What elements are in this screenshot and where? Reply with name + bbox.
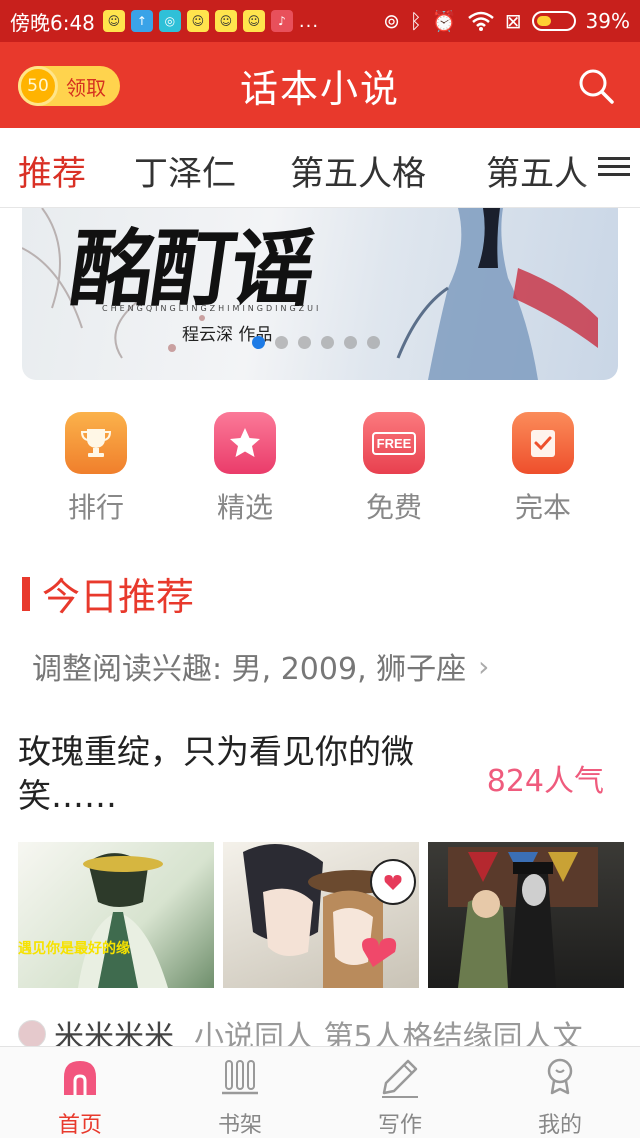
nav-bookshelf-label: 书架 <box>217 1113 262 1138</box>
story-thumbnail <box>223 842 419 988</box>
profile-icon <box>547 1058 573 1095</box>
category-tabs: 推荐 丁泽仁 第五人格 第五人 <box>0 128 640 208</box>
featured-button[interactable]: 精选 <box>195 412 295 526</box>
tiktok-notification-icon: ♪ <box>270 10 293 32</box>
banner-pinyin: CHENGQINGLINGZHIMINGDINGZUI <box>102 304 322 313</box>
story-popularity: 824人气 <box>486 764 604 799</box>
claim-coins-button[interactable]: 50 领取 <box>18 66 120 106</box>
completed-label: 完本 <box>514 491 571 524</box>
nav-home-label: 首页 <box>57 1113 102 1138</box>
free-icon: FREE <box>363 412 425 474</box>
nav-write[interactable]: 写作 <box>350 1055 450 1138</box>
ranking-button[interactable]: 排行 <box>46 412 146 526</box>
bluetooth-icon: ᛒ <box>409 9 422 33</box>
thumbnail-illustration <box>78 853 168 988</box>
hotspot-icon: ⊚ <box>383 9 400 33</box>
free-button[interactable]: FREE 免费 <box>344 412 444 526</box>
thumbnail-illustration <box>448 847 598 988</box>
quick-nav: 排行 精选 FREE 免费 完本 <box>0 412 640 532</box>
nav-profile[interactable]: 我的 <box>510 1055 610 1138</box>
avatar[interactable] <box>18 1020 46 1048</box>
app-notification-icon: ☺ <box>102 10 125 32</box>
more-notifications: ... <box>298 10 320 32</box>
story-title[interactable]: 玫瑰重绽，只为看见你的微笑…… <box>18 730 468 818</box>
status-bar: 傍晚6:48 ☺ ↑ ◎ ☺ ☺ ☺ ♪ ... ⊚ ᛒ ⏰ ⊠ 39% <box>0 0 640 42</box>
section-header: 今日推荐 <box>22 566 194 621</box>
free-icon-text: FREE <box>371 431 417 455</box>
tab-label: 丁泽仁 <box>134 154 236 194</box>
app-notification-icon: ☺ <box>214 10 237 32</box>
battery-percent: 39% <box>585 9 630 33</box>
battery-icon <box>531 11 576 31</box>
story-thumbnail <box>428 842 624 988</box>
upload-notification-icon: ↑ <box>130 10 153 32</box>
featured-label: 精选 <box>216 491 273 524</box>
tab-identity-v-2[interactable]: 第五人 <box>486 146 588 195</box>
app-notification-icon: ☺ <box>242 10 265 32</box>
app-title: 话本小说 <box>239 66 400 111</box>
section-title: 今日推荐 <box>42 575 195 619</box>
nav-home[interactable]: 首页 <box>30 1055 130 1138</box>
alarm-icon: ⏰ <box>431 9 457 33</box>
trophy-icon <box>65 412 127 474</box>
pen-icon <box>382 1059 418 1098</box>
interest-text: 调整阅读兴趣: 男, 2009, 狮子座 <box>32 652 467 687</box>
no-sim-icon: ⊠ <box>504 9 522 33</box>
carousel-dot[interactable] <box>321 336 334 349</box>
nav-write-label: 写作 <box>377 1113 422 1138</box>
coin-icon: 50 <box>18 66 58 106</box>
carousel-dot[interactable] <box>298 336 311 349</box>
banner-carousel[interactable]: 酩酊谣 CHENGQINGLINGZHIMINGDINGZUI 程云深 作品 <box>22 208 618 380</box>
carousel-dot[interactable] <box>252 336 265 349</box>
ranking-label: 排行 <box>67 491 124 524</box>
banner-figure-illustration <box>396 208 598 380</box>
coin-value: 50 <box>27 76 49 96</box>
nav-bookshelf[interactable]: 书架 <box>190 1055 290 1138</box>
bottom-nav: 首页 书架 写作 我的 <box>0 1046 640 1138</box>
claim-label: 领取 <box>66 75 106 100</box>
completed-button[interactable]: 完本 <box>493 412 593 526</box>
carousel-dot[interactable] <box>367 336 380 349</box>
thumbnail-illustration <box>243 844 416 988</box>
check-book-icon <box>512 412 574 474</box>
tab-label: 推荐 <box>18 154 86 194</box>
adjust-interest-link[interactable]: 调整阅读兴趣: 男, 2009, 狮子座 › <box>32 644 489 688</box>
tab-ding-zeren[interactable]: 丁泽仁 <box>134 146 236 195</box>
carousel-dot[interactable] <box>344 336 357 349</box>
bookshelf-icon <box>222 1060 258 1095</box>
section-accent-bar <box>22 576 30 611</box>
tab-recommend[interactable]: 推荐 <box>18 146 86 195</box>
story-thumbnails[interactable]: 遇见你是最好的缘 <box>18 842 624 988</box>
menu-icon[interactable] <box>598 152 630 184</box>
carousel-dot[interactable] <box>275 336 288 349</box>
free-label: 免费 <box>365 491 422 524</box>
story-thumbnail: 遇见你是最好的缘 <box>18 842 214 988</box>
status-time: 傍晚6:48 <box>10 10 95 35</box>
app-header: 50 领取 话本小说 <box>0 42 640 128</box>
tab-label: 第五人 <box>486 154 588 194</box>
search-icon[interactable] <box>576 66 616 106</box>
thumbnail-caption: 遇见你是最好的缘 <box>18 941 130 957</box>
tab-identity-v[interactable]: 第五人格 <box>290 146 426 195</box>
star-icon <box>214 412 276 474</box>
chevron-right-icon: › <box>478 649 490 683</box>
wifi-icon <box>467 11 494 31</box>
app-notification-icon: ☺ <box>186 10 209 32</box>
tab-label: 第五人格 <box>290 154 426 194</box>
carousel-indicators <box>252 336 380 349</box>
notification-icons: ☺ ↑ ◎ ☺ ☺ ☺ ♪ <box>102 10 293 32</box>
home-icon <box>64 1061 96 1095</box>
browser-notification-icon: ◎ <box>158 10 181 32</box>
nav-profile-label: 我的 <box>537 1113 582 1138</box>
